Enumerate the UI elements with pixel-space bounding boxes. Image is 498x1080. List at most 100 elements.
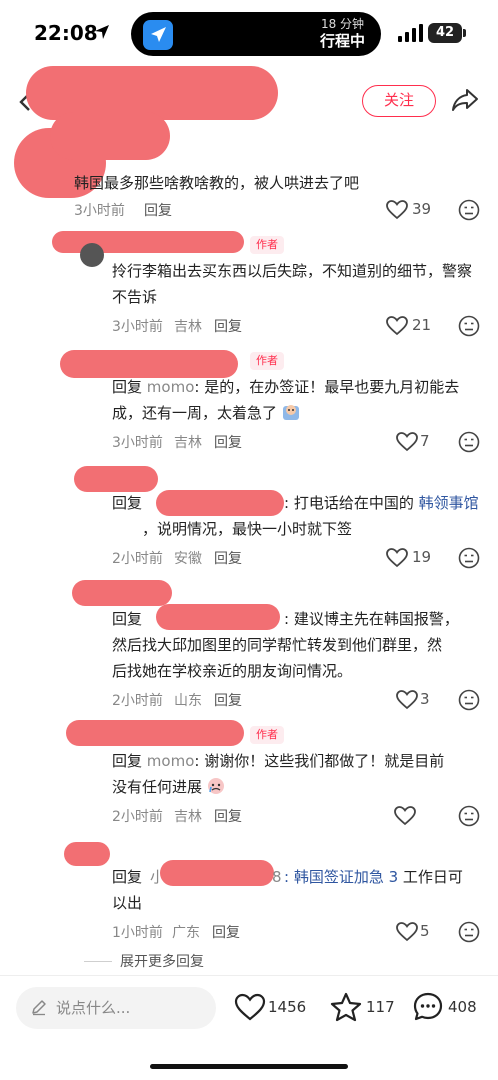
comment-text-line2: 以出 xyxy=(112,894,143,912)
comment-text-line2: 然后找大邱加图里的同学帮忙转发到他们群里，然 xyxy=(112,636,443,654)
reply-prefix: 回复 xyxy=(112,378,143,396)
dislike-face-icon[interactable] xyxy=(458,805,480,827)
reply-to-name[interactable]: momo xyxy=(147,752,195,770)
comment-location: 吉林 xyxy=(174,435,202,451)
expand-more-replies[interactable]: 展开更多回复 xyxy=(120,951,204,971)
location-arrow-icon xyxy=(95,25,109,39)
like-count-total: 1456 xyxy=(268,998,307,1016)
trip-eta: 18 分钟 行程中 xyxy=(320,16,365,50)
colon: : xyxy=(284,868,290,886)
reply-prefix: 回复 xyxy=(112,752,143,770)
like-count: 19 xyxy=(412,548,432,566)
dislike-face-icon[interactable] xyxy=(458,199,480,221)
redacted-avatar-and-name xyxy=(72,580,172,606)
pen-icon xyxy=(32,1000,46,1016)
search-link[interactable]: 韩领事馆 xyxy=(419,494,479,512)
reply-to-name[interactable]: momo xyxy=(147,378,195,396)
expand-divider xyxy=(84,961,112,962)
comment-text-line2: ，说明情况，最快一小时就下签 xyxy=(142,520,353,538)
avatar[interactable] xyxy=(80,243,104,267)
comment-text-body: : 打电话给在中国的 xyxy=(284,494,414,512)
like-count: 3 xyxy=(420,690,430,708)
comment-text-body: : 谢谢你！这些我们都做了！就是目前 xyxy=(194,752,445,770)
bottom-divider xyxy=(0,975,498,976)
battery-tip xyxy=(463,29,466,37)
dynamic-island[interactable]: 18 分钟 行程中 xyxy=(131,12,381,56)
clock: 22:08 xyxy=(34,21,98,45)
reply-button[interactable]: 回复 xyxy=(214,690,242,710)
redacted-avatar xyxy=(64,842,110,866)
heart-icon[interactable] xyxy=(394,806,416,826)
comment-text: 回复 momo: 谢谢你！这些我们都做了！就是目前 xyxy=(112,748,482,774)
heart-icon[interactable] xyxy=(396,432,418,452)
follow-button[interactable]: 关注 xyxy=(362,85,436,117)
heart-icon[interactable] xyxy=(396,922,418,942)
like-count: 7 xyxy=(420,432,430,450)
comment-time: 3小时前 xyxy=(112,319,163,335)
heart-icon[interactable] xyxy=(386,548,408,568)
comment-location: 吉林 xyxy=(174,319,202,335)
dislike-face-icon[interactable] xyxy=(458,689,480,711)
comment-text-line1: : 韩国签证加急 3 工作日可 xyxy=(284,864,463,890)
comment-input-placeholder: 说点什么... xyxy=(56,999,131,1017)
reply-to-name-fragment: 8 xyxy=(272,868,282,886)
battery-icon: 42 xyxy=(428,23,462,43)
like-count: 5 xyxy=(420,922,430,940)
reply-button[interactable]: 回复 xyxy=(144,200,172,220)
eta-minutes: 18 分钟 xyxy=(320,17,365,31)
comment-text-body: 拎行李箱出去买东西以后失踪，不知道别的细节，警察不告诉 xyxy=(112,262,473,306)
comment-location: 安徽 xyxy=(174,551,202,567)
heart-icon[interactable] xyxy=(396,690,418,710)
search-link[interactable]: 韩国签证加急 3 xyxy=(294,868,398,886)
comment-text-line1: : 建议博主先在韩国报警， xyxy=(284,610,459,628)
redacted-reply-name xyxy=(160,860,274,886)
status-bar: 22:08 18 分钟 行程中 42 xyxy=(0,0,498,66)
comment-time: 3小时前 xyxy=(74,203,125,219)
author-tag: 作者 xyxy=(250,352,284,370)
reply-button[interactable]: 回复 xyxy=(214,806,242,826)
author-tag: 作者 xyxy=(250,726,284,744)
heart-icon[interactable] xyxy=(386,316,408,336)
comment-reply-prefix: 回复 xyxy=(112,868,143,886)
reply-button[interactable]: 回复 xyxy=(214,548,242,568)
share-icon[interactable] xyxy=(450,87,480,113)
comment-text: 拎行李箱出去买东西以后失踪，不知道别的细节，警察不告诉 xyxy=(112,258,482,310)
home-indicator[interactable] xyxy=(150,1064,348,1069)
comment-location: 吉林 xyxy=(174,809,202,825)
comment-time: 3小时前 xyxy=(112,435,163,451)
heart-icon[interactable] xyxy=(386,200,408,220)
signal-icon xyxy=(398,24,423,42)
comment-text-line3: 后找她在学校亲近的朋友询问情况。 xyxy=(112,662,353,680)
like-count: 39 xyxy=(412,200,432,218)
dislike-face-icon[interactable] xyxy=(458,547,480,569)
eta-label: 行程中 xyxy=(319,32,365,50)
comment-text-line1: : 打电话给在中国的 韩领事馆 xyxy=(284,490,479,516)
comment-input[interactable]: 说点什么... xyxy=(16,987,216,1029)
reply-button[interactable]: 回复 xyxy=(214,432,242,452)
redacted-name-part xyxy=(50,112,170,160)
reply-button[interactable]: 回复 xyxy=(212,922,240,942)
reply-prefix: 回复 xyxy=(112,494,143,512)
anxious-emoji-icon xyxy=(282,405,299,420)
like-count: 21 xyxy=(412,316,432,334)
navigation-app-icon xyxy=(143,20,173,50)
comment-time: 2小时前 xyxy=(112,551,163,567)
comment-text: 韩国最多那些啥教啥教的，被人哄进去了吧 xyxy=(74,174,360,192)
dislike-face-icon[interactable] xyxy=(458,921,480,943)
redacted-reply-name xyxy=(156,490,284,516)
comment-text-body: 没有任何进展 xyxy=(112,778,203,796)
like-heart-icon[interactable] xyxy=(234,993,266,1021)
star-icon[interactable] xyxy=(330,992,362,1022)
redacted-avatar-and-name xyxy=(74,466,158,492)
reply-button[interactable]: 回复 xyxy=(214,316,242,336)
comment-text-body: 工作日可 xyxy=(398,868,463,886)
dislike-face-icon[interactable] xyxy=(458,431,480,453)
comment-count: 408 xyxy=(448,998,477,1016)
author-tag: 作者 xyxy=(250,236,284,254)
dislike-face-icon[interactable] xyxy=(458,315,480,337)
comment-text-line2: 没有任何进展 xyxy=(112,774,225,800)
comment-reply-prefix: 回复 xyxy=(112,610,143,628)
redacted-avatar-and-name xyxy=(66,720,244,746)
comment-time: 2小时前 xyxy=(112,809,163,825)
comment-bubble-icon[interactable] xyxy=(412,991,444,1023)
